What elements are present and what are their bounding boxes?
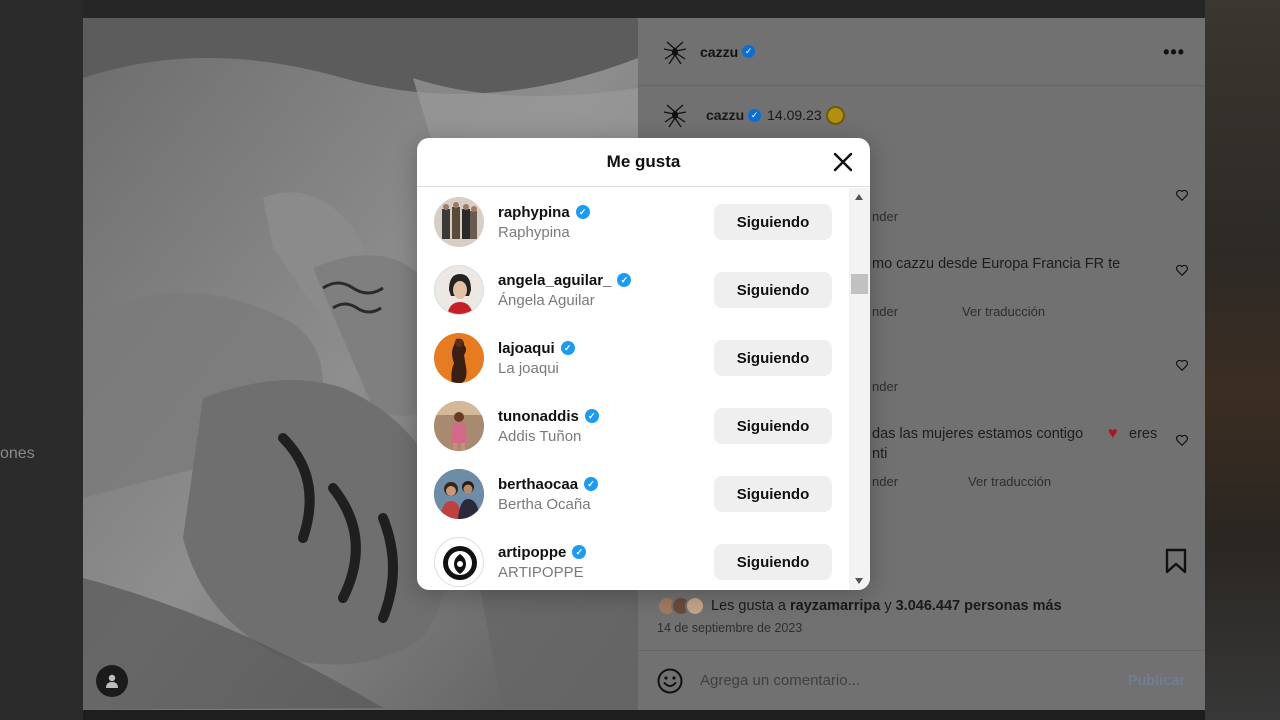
comment-text: das las mujeres estamos contigo <box>872 426 1084 442</box>
spider-avatar-icon[interactable] <box>660 100 690 130</box>
verified-badge-icon: ✓ <box>560 341 575 355</box>
liker-username[interactable]: tunonaddis <box>498 408 579 425</box>
following-button[interactable]: Siguiendo <box>714 204 832 240</box>
avatar[interactable] <box>434 333 484 383</box>
comment-like-heart-icon[interactable] <box>1175 263 1189 277</box>
verified-badge-icon: ✓ <box>584 409 599 423</box>
avatar <box>685 596 705 616</box>
emoji-picker-icon[interactable] <box>656 667 684 695</box>
post-author-username[interactable]: cazzu <box>700 44 738 60</box>
background-right-posts <box>1205 0 1280 720</box>
liker-avatars <box>657 596 705 616</box>
modal-header: Me gusta <box>417 138 870 187</box>
scroll-thumb[interactable] <box>851 274 868 294</box>
comment-reply-link[interactable]: nder <box>872 304 898 319</box>
liker-username[interactable]: artipoppe <box>498 544 566 561</box>
liker-username[interactable]: berthaocaa <box>498 476 578 493</box>
background-bottom <box>83 710 1205 720</box>
caption-username[interactable]: cazzu <box>706 107 744 123</box>
bookmark-icon[interactable] <box>1165 548 1187 574</box>
likers-list: raphypina ✓ Raphypina Siguiendo angela_ag… <box>417 188 849 590</box>
liker-username[interactable]: angela_aguilar_ <box>498 272 611 289</box>
post-date: 14 de septiembre de 2023 <box>657 621 803 635</box>
tagged-user-button[interactable] <box>96 665 128 697</box>
spider-avatar-icon[interactable] <box>660 37 690 67</box>
list-item: angela_aguilar_ ✓ Ángela Aguilar Siguiend… <box>417 256 849 324</box>
likes-summary[interactable]: Les gusta a rayzamarripa y 3.046.447 per… <box>657 596 1062 616</box>
liker-full-name: Ángela Aguilar <box>498 291 595 309</box>
following-button[interactable]: Siguiendo <box>714 340 832 376</box>
liker-username[interactable]: lajoaqui <box>498 340 555 357</box>
publish-button[interactable]: Publicar <box>1128 673 1185 689</box>
comment-reply-link[interactable]: nder <box>872 474 898 489</box>
close-icon[interactable] <box>832 151 854 173</box>
background-nav-fragment: ones <box>0 445 35 462</box>
following-button[interactable]: Siguiendo <box>714 476 832 512</box>
following-button[interactable]: Siguiendo <box>714 272 832 308</box>
translate-link[interactable]: Ver traducción <box>962 304 1045 319</box>
liker-full-name: Raphypina <box>498 223 570 241</box>
comment-text-end: eres <box>1129 426 1158 442</box>
comment-input[interactable]: Agrega un comentario... <box>700 672 1128 689</box>
comment-like-heart-icon[interactable] <box>1175 358 1189 372</box>
avatar[interactable] <box>434 197 484 247</box>
avatar[interactable] <box>434 401 484 451</box>
comment-like-heart-icon[interactable] <box>1175 188 1189 202</box>
verified-badge-icon: ✓ <box>572 545 587 559</box>
sun-emoji-icon <box>827 107 843 123</box>
liker-full-name: Bertha Ocaña <box>498 495 591 513</box>
verified-badge-icon: ✓ <box>584 477 599 491</box>
comment-text: mo cazzu desde Europa Francia FR te <box>872 256 1121 272</box>
list-item: berthaocaa ✓ Bertha Ocaña Siguiendo <box>417 460 849 528</box>
avatar[interactable] <box>434 469 484 519</box>
comment-reply-link[interactable]: nder <box>872 209 898 224</box>
comment-bar: Agrega un comentario... Publicar <box>638 650 1205 710</box>
list-item: raphypina ✓ Raphypina Siguiendo <box>417 188 849 256</box>
comment-text-line2: nti <box>872 446 888 462</box>
caption: cazzu ✓ 14.09.23 <box>660 100 843 130</box>
likes-prefix: Les gusta a <box>711 598 786 614</box>
verified-badge-icon: ✓ <box>575 205 590 219</box>
translate-link[interactable]: Ver traducción <box>968 474 1051 489</box>
likes-count-link[interactable]: 3.046.447 personas más <box>896 598 1062 614</box>
more-options-icon[interactable]: ••• <box>1163 42 1185 63</box>
scrollbar[interactable] <box>849 188 870 590</box>
modal-title: Me gusta <box>606 152 681 171</box>
likes-modal: Me gusta raphypina ✓ Raphypina Siguiendo … <box>417 138 870 590</box>
liker-username[interactable]: rayzamarripa <box>790 598 880 614</box>
avatar[interactable] <box>434 537 484 587</box>
liker-full-name: Addis Tuñon <box>498 427 582 445</box>
liker-full-name: ARTIPOPPE <box>498 563 584 581</box>
avatar[interactable] <box>434 265 484 315</box>
comment-like-heart-icon[interactable] <box>1175 433 1189 447</box>
caption-text: 14.09.23 <box>767 107 822 123</box>
verified-badge-icon: ✓ <box>617 273 632 287</box>
post-header: cazzu ✓ ••• <box>638 18 1205 86</box>
scroll-down-arrow-icon[interactable] <box>855 578 863 584</box>
user-icon <box>106 674 118 688</box>
list-item: lajoaqui ✓ La joaqui Siguiendo <box>417 324 849 392</box>
verified-badge-icon: ✓ <box>748 108 762 122</box>
liker-username[interactable]: raphypina <box>498 204 570 221</box>
red-heart-emoji-icon: ♥ <box>1108 425 1118 442</box>
background-top <box>83 0 1205 18</box>
liker-full-name: La joaqui <box>498 359 559 377</box>
list-item: artipoppe ✓ ARTIPOPPE Siguiendo <box>417 528 849 590</box>
scroll-up-arrow-icon[interactable] <box>855 194 863 200</box>
list-item: tunonaddis ✓ Addis Tuñon Siguiendo <box>417 392 849 460</box>
verified-badge-icon: ✓ <box>742 45 756 58</box>
comment-reply-link[interactable]: nder <box>872 379 898 394</box>
likes-connector: y <box>884 598 892 614</box>
following-button[interactable]: Siguiendo <box>714 544 832 580</box>
following-button[interactable]: Siguiendo <box>714 408 832 444</box>
